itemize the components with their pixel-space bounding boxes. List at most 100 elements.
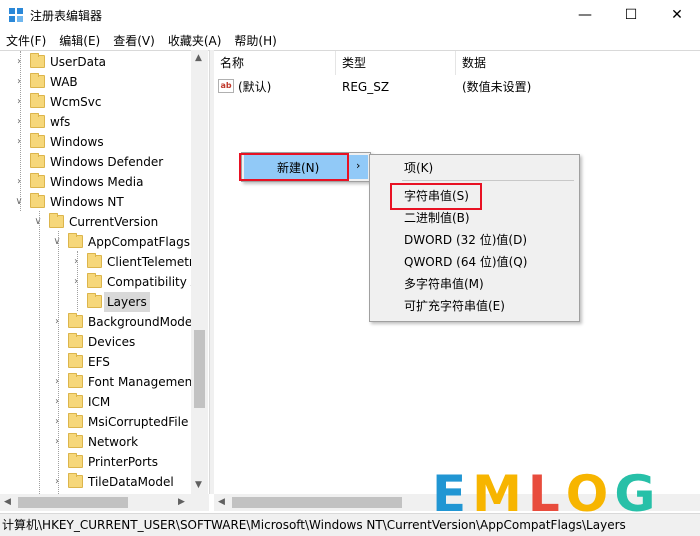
scroll-up-arrow-icon[interactable]: ▲ [195,53,202,63]
folder-icon [87,273,102,288]
tree-guide-line [20,51,21,211]
scroll-right-arrow-icon[interactable]: ▶ [178,497,185,507]
tree-item[interactable]: Windows Defender [0,152,200,172]
tree-item-label: CurrentVersion [69,215,159,229]
submenu-item-qword-value[interactable]: QWORD (64 位)值(Q) [404,252,527,272]
folder-icon [68,373,83,388]
scroll-left-arrow-icon[interactable]: ◀ [4,497,11,507]
tree-item[interactable]: ∨ AppCompatFlags [0,232,200,252]
tree-item-label: Windows NT [50,195,124,209]
table-row[interactable]: ab (默认) REG_SZ (数值未设置) [218,77,698,97]
column-header-name[interactable]: 名称 [214,51,336,75]
chevron-right-icon[interactable]: › [71,252,81,272]
watermark-letter: O [565,465,609,523]
tree-item-label: AppCompatFlags [88,235,190,249]
watermark-letter: G [614,465,656,523]
tree-item-label: WAB [50,75,78,89]
scroll-left-arrow-icon[interactable]: ◀ [218,497,225,507]
chevron-right-icon[interactable]: › [14,72,24,92]
maximize-button[interactable]: ☐ [608,0,654,30]
tree-item[interactable]: Devices [0,332,200,352]
tree-item[interactable]: › UserData [0,52,200,72]
tree-item[interactable]: › WcmSvc [0,92,200,112]
menu-help[interactable]: 帮助(H) [228,30,283,50]
registry-tree[interactable]: › UserData › WAB › WcmSvc › wfs › Windows Windows … [0,50,209,495]
list-hscroll-thumb[interactable] [232,497,402,508]
tree-item-label: wfs [50,115,71,129]
tree-item[interactable]: › Compatibility A [0,272,200,292]
chevron-right-icon[interactable]: › [71,272,81,292]
tree-item-label: ICM [88,395,111,409]
chevron-down-icon[interactable]: ∨ [33,212,43,232]
folder-icon [30,153,45,168]
tree-item-label: ClientTelemetr [107,255,194,269]
tree-item[interactable]: › Network [0,432,200,452]
submenu-item-expandable-string-value[interactable]: 可扩充字符串值(E) [404,296,505,316]
chevron-right-icon[interactable]: › [52,432,62,452]
tree-item[interactable]: › WAB [0,72,200,92]
watermark-letter: L [527,465,560,523]
submenu-item-key[interactable]: 项(K) [404,158,433,178]
tree-item[interactable]: › ClientTelemetr [0,252,200,272]
submenu-item-binary-value[interactable]: 二进制值(B) [404,208,470,228]
tree-item[interactable]: › BackgroundMode [0,312,200,332]
value-name: (默认) [238,80,272,94]
chevron-right-icon[interactable]: › [14,52,24,72]
tree-item[interactable]: ∨ CurrentVersion [0,212,200,232]
menu-view[interactable]: 查看(V) [107,30,162,50]
folder-icon [68,333,83,348]
folder-icon [49,213,64,228]
menu-file[interactable]: 文件(F) [0,30,53,50]
chevron-right-icon[interactable]: › [52,312,62,332]
menu-favorites[interactable]: 收藏夹(A) [162,30,229,50]
minimize-button[interactable]: — [562,0,608,30]
chevron-right-icon[interactable]: › [52,372,62,392]
tree-item-label: Windows Defender [50,155,164,169]
tree-scroll-thumb[interactable] [194,330,205,408]
chevron-down-icon[interactable]: ∨ [52,232,62,252]
folder-icon [87,293,102,308]
folder-icon [30,53,45,68]
highlight-box-new [239,153,349,181]
chevron-right-icon[interactable]: › [14,132,24,152]
folder-icon [68,453,83,468]
chevron-right-icon[interactable]: › [14,92,24,112]
chevron-right-icon[interactable]: › [52,392,62,412]
close-button[interactable]: ✕ [654,0,700,30]
chevron-right-icon[interactable]: › [14,172,24,192]
chevron-right-icon[interactable]: › [14,112,24,132]
tree-item[interactable]: ∨ Windows NT [0,192,200,212]
tree-horizontal-scrollbar[interactable]: ◀ ▶ [0,494,209,511]
folder-icon [68,413,83,428]
chevron-down-icon[interactable]: ∨ [14,192,24,212]
tree-item[interactable]: Layers [0,292,200,312]
tree-item[interactable]: › Windows [0,132,200,152]
tree-guide-line [77,251,78,311]
scroll-down-arrow-icon[interactable]: ▼ [195,480,202,490]
tree-item-label: EFS [88,355,110,369]
tree-item[interactable]: › Windows Media [0,172,200,192]
tree-item-label: Devices [88,335,136,349]
tree-item[interactable]: › TileDataModel [0,472,200,492]
tree-item[interactable]: › ICM [0,392,200,412]
folder-icon [68,313,83,328]
tree-vertical-scrollbar[interactable]: ▲ ▼ [191,50,208,494]
tree-item[interactable]: PrinterPorts [0,452,200,472]
tree-item[interactable]: › wfs [0,112,200,132]
chevron-right-icon[interactable]: › [52,412,62,432]
tree-item[interactable]: EFS [0,352,200,372]
column-header-type[interactable]: 类型 [336,51,456,75]
tree-item-label: TileDataModel [88,475,174,489]
tree-item-label: Layers [104,292,150,312]
tree-hscroll-thumb[interactable] [18,497,128,508]
column-header-data[interactable]: 数据 [456,51,700,75]
value-type: REG_SZ [342,80,390,94]
watermark-letter: E [432,465,467,523]
tree-item[interactable]: › MsiCorruptedFile [0,412,200,432]
tree-item[interactable]: › Font Managemen [0,372,200,392]
submenu-item-dword-value[interactable]: DWORD (32 位)值(D) [404,230,527,250]
submenu-item-multi-string-value[interactable]: 多字符串值(M) [404,274,484,294]
folder-icon [87,253,102,268]
menu-edit[interactable]: 编辑(E) [53,30,107,50]
chevron-right-icon[interactable]: › [52,472,62,492]
